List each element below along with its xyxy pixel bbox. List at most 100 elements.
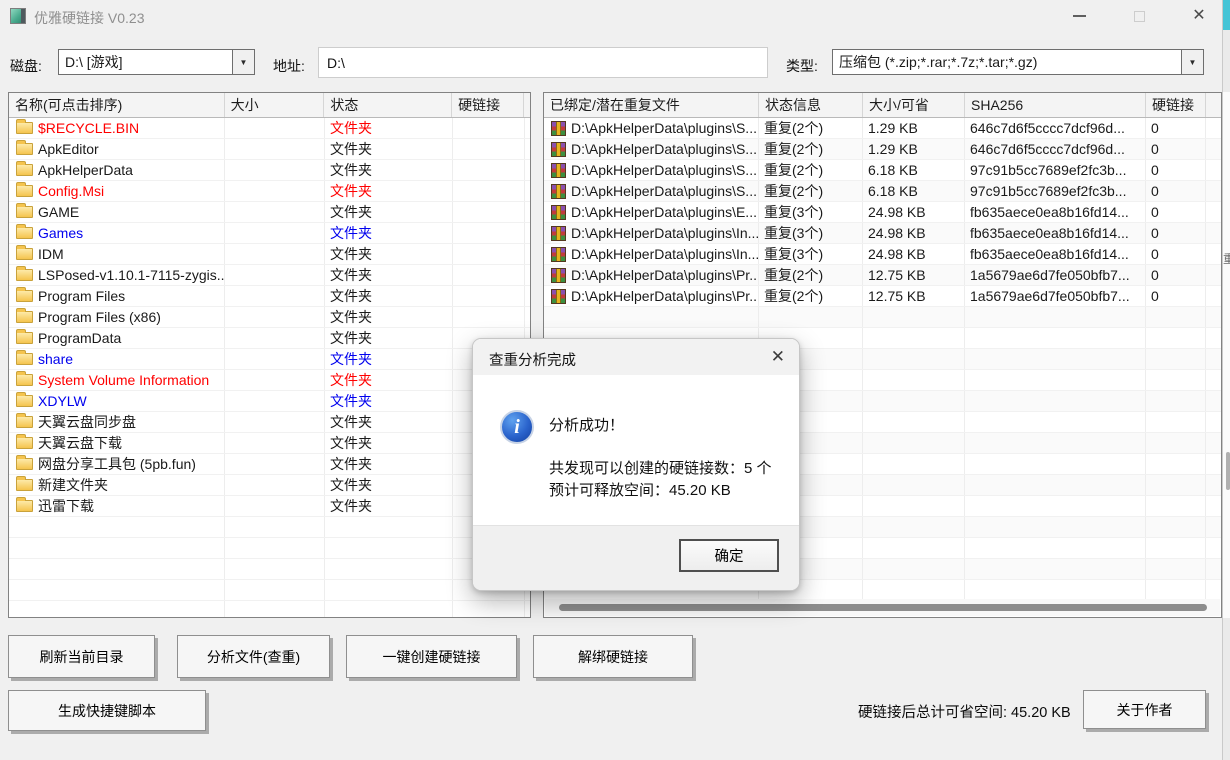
table-row[interactable]: Program Files (x86)文件夹: [9, 307, 530, 328]
table-row[interactable]: D:\ApkHelperData\plugins\Pr...重复(2个)12.7…: [544, 286, 1221, 307]
file-status: [325, 559, 453, 579]
file-size: [225, 223, 325, 243]
table-row[interactable]: share文件夹: [9, 349, 530, 370]
analyze-files-button[interactable]: 分析文件(查重): [177, 635, 330, 678]
address-input[interactable]: [318, 47, 768, 78]
file-size: [225, 181, 325, 201]
table-row[interactable]: $RECYCLE.BIN文件夹: [9, 118, 530, 139]
archive-icon: [551, 247, 566, 262]
about-author-button[interactable]: 关于作者: [1083, 690, 1206, 729]
file-name: 新建文件夹: [38, 475, 108, 495]
table-row[interactable]: IDM文件夹: [9, 244, 530, 265]
disk-select-value: D:\ [游戏]: [59, 50, 232, 74]
column-header[interactable]: 状态: [324, 93, 452, 117]
chevron-down-icon[interactable]: ▼: [1181, 50, 1203, 74]
directory-list-panel: 名称(可点击排序)大小状态硬链接 $RECYCLE.BIN文件夹ApkEdito…: [8, 92, 531, 618]
folder-icon: [16, 311, 33, 323]
info-icon: i: [500, 410, 534, 444]
refresh-directory-button[interactable]: 刷新当前目录: [8, 635, 155, 678]
file-name: ApkHelperData: [38, 162, 133, 178]
duplicate-path: D:\ApkHelperData\plugins\S...: [571, 183, 757, 199]
archive-icon: [551, 184, 566, 199]
table-row[interactable]: D:\ApkHelperData\plugins\S...重复(2个)1.29 …: [544, 118, 1221, 139]
table-row[interactable]: D:\ApkHelperData\plugins\E...重复(3个)24.98…: [544, 202, 1221, 223]
table-row[interactable]: D:\ApkHelperData\plugins\S...重复(2个)6.18 …: [544, 160, 1221, 181]
column-header[interactable]: 名称(可点击排序): [9, 93, 225, 117]
table-row[interactable]: ApkEditor文件夹: [9, 139, 530, 160]
table-row[interactable]: D:\ApkHelperData\plugins\In...重复(3个)24.9…: [544, 244, 1221, 265]
file-size: [225, 454, 325, 474]
file-size: [225, 349, 325, 369]
file-name: share: [38, 351, 73, 367]
chevron-down-icon[interactable]: ▼: [232, 50, 254, 74]
table-row[interactable]: XDYLW文件夹: [9, 391, 530, 412]
disk-select[interactable]: D:\ [游戏] ▼: [58, 49, 255, 75]
table-row[interactable]: Config.Msi文件夹: [9, 181, 530, 202]
file-status: 文件夹: [325, 496, 453, 516]
minimize-button[interactable]: [1056, 0, 1102, 32]
table-row[interactable]: D:\ApkHelperData\plugins\S...重复(2个)6.18 …: [544, 181, 1221, 202]
file-status: [325, 580, 453, 600]
file-size: [225, 118, 325, 138]
table-row[interactable]: LSPosed-v1.10.1-7115-zygis...文件夹: [9, 265, 530, 286]
folder-icon: [16, 353, 33, 365]
table-row[interactable]: 新建文件夹 文件夹: [9, 475, 530, 496]
file-name: Program Files: [38, 288, 125, 304]
table-row[interactable]: GAME文件夹: [9, 202, 530, 223]
generate-script-button[interactable]: 生成快捷键脚本: [8, 690, 206, 731]
table-row[interactable]: D:\ApkHelperData\plugins\S...重复(2个)1.29 …: [544, 139, 1221, 160]
table-row[interactable]: D:\ApkHelperData\plugins\In...重复(3个)24.9…: [544, 223, 1221, 244]
column-header[interactable]: 已绑定/潜在重复文件: [544, 93, 759, 117]
horizontal-scrollbar[interactable]: [545, 599, 1220, 616]
table-row[interactable]: Games文件夹: [9, 223, 530, 244]
ok-button[interactable]: 确定: [679, 539, 779, 572]
file-size: [225, 601, 325, 617]
table-row[interactable]: ApkHelperData文件夹: [9, 160, 530, 181]
duplicate-links: 0: [1146, 286, 1206, 306]
column-header[interactable]: 大小: [225, 93, 325, 117]
file-name: ProgramData: [38, 330, 121, 346]
column-header[interactable]: SHA256: [965, 93, 1146, 117]
duplicate-links: [1146, 412, 1206, 432]
table-row[interactable]: 天翼云盘下载文件夹: [9, 433, 530, 454]
table-row[interactable]: Program Files 文件夹: [9, 286, 530, 307]
duplicate-links: [1146, 559, 1206, 579]
left-header: 名称(可点击排序)大小状态硬链接: [9, 93, 530, 118]
table-row[interactable]: 天翼云盘同步盘文件夹: [9, 412, 530, 433]
archive-icon: [551, 142, 566, 157]
close-button[interactable]: ✕: [1176, 0, 1222, 32]
duplicate-sha256: [965, 391, 1146, 411]
scrollbar-thumb[interactable]: [559, 604, 1207, 611]
column-header[interactable]: 大小/可省: [863, 93, 965, 117]
file-links: [453, 139, 525, 159]
file-status: 文件夹: [325, 286, 453, 306]
folder-icon: [16, 332, 33, 344]
file-links: [453, 244, 525, 264]
minimize-icon: [1073, 15, 1086, 17]
dialog-close-icon[interactable]: ✕: [771, 347, 785, 367]
file-status: [325, 538, 453, 558]
file-name: 网盘分享工具包 (5pb.fun): [38, 454, 196, 474]
type-select[interactable]: 压缩包 (*.zip;*.rar;*.7z;*.tar;*.gz) ▼: [832, 49, 1204, 75]
file-size: [225, 139, 325, 159]
column-header[interactable]: 状态信息: [759, 93, 863, 117]
file-name: GAME: [38, 204, 79, 220]
file-status: 文件夹: [325, 475, 453, 495]
file-status: 文件夹: [325, 328, 453, 348]
create-hardlinks-button[interactable]: 一键创建硬链接: [346, 635, 517, 678]
maximize-button[interactable]: [1116, 0, 1162, 32]
table-row[interactable]: System Volume Information文件夹: [9, 370, 530, 391]
unbind-hardlinks-button[interactable]: 解绑硬链接: [533, 635, 693, 678]
table-row[interactable]: 迅雷下载文件夹: [9, 496, 530, 517]
column-header[interactable]: 硬链接: [1146, 93, 1206, 117]
archive-icon: [551, 121, 566, 136]
table-row[interactable]: 网盘分享工具包 (5pb.fun)文件夹: [9, 454, 530, 475]
file-size: [225, 244, 325, 264]
duplicate-size: [863, 496, 965, 516]
duplicate-size: [863, 391, 965, 411]
duplicate-sha256: fb635aece0ea8b16fd14...: [965, 202, 1146, 222]
table-row[interactable]: D:\ApkHelperData\plugins\Pr...重复(2个)12.7…: [544, 265, 1221, 286]
column-header[interactable]: 硬链接: [452, 93, 524, 117]
file-size: [225, 412, 325, 432]
table-row[interactable]: ProgramData 文件夹: [9, 328, 530, 349]
